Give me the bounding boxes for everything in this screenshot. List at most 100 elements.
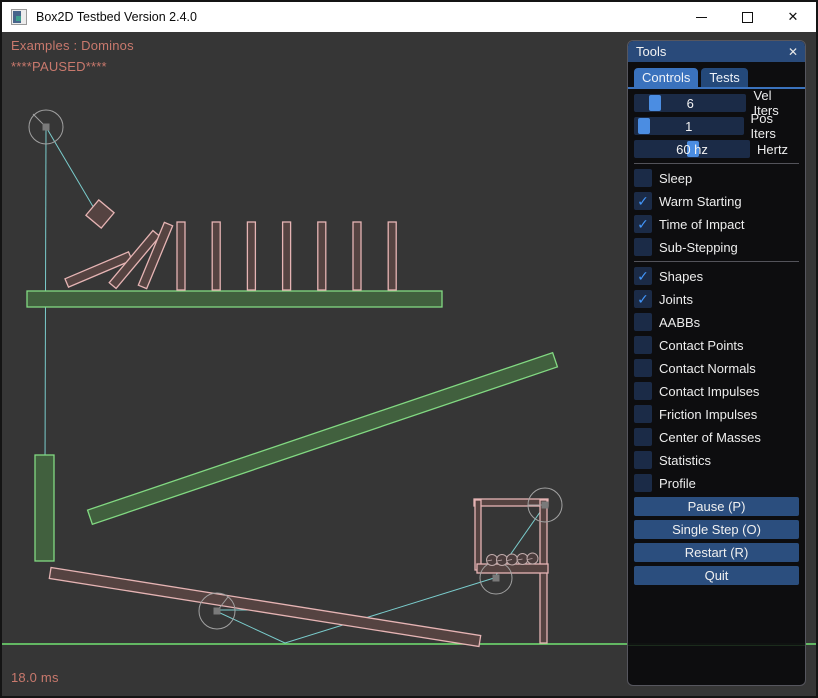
simulation-canvas[interactable]: Examples : Dominos ****PAUSED**** 18.0 m…: [2, 32, 816, 696]
check-mark-icon: ✓: [637, 217, 649, 231]
slider-label: Pos Iters: [751, 111, 799, 141]
checkbox-warm-starting[interactable]: ✓ Warm Starting: [634, 192, 799, 210]
checkbox-label: AABBs: [659, 315, 700, 330]
checkbox-box[interactable]: [634, 169, 652, 187]
check-mark-icon: ✓: [637, 194, 649, 208]
tools-panel-close-button[interactable]: ✕: [785, 44, 801, 60]
joint-anchor-square: [493, 575, 500, 582]
joint-anchor-square: [43, 124, 50, 131]
checkbox-time-of-impact[interactable]: ✓ Time of Impact: [634, 215, 799, 233]
slider-value: 60 hz: [634, 140, 750, 158]
minimize-button[interactable]: [678, 2, 724, 32]
checkbox-label: Time of Impact: [659, 217, 744, 232]
standing-domino-body: [388, 222, 396, 290]
standing-domino-body: [318, 222, 326, 290]
joint-anchor-square: [542, 502, 549, 509]
vertical-post-body: [35, 455, 54, 561]
maximize-icon: [742, 12, 753, 23]
checkbox-box[interactable]: [634, 405, 652, 423]
standing-domino-body: [247, 222, 255, 290]
standing-domino-body: [283, 222, 291, 290]
frame-time-label: 18.0 ms: [11, 670, 59, 685]
close-icon: ✕: [788, 9, 799, 25]
checkbox-label: Shapes: [659, 269, 703, 284]
separator: [634, 261, 799, 262]
window-title: Box2D Testbed Version 2.4.0: [36, 10, 197, 24]
slider-track[interactable]: 1: [634, 117, 744, 135]
checkbox-box[interactable]: [634, 474, 652, 492]
checkbox-aabbs[interactable]: AABBs: [634, 313, 799, 331]
checkbox-label: Contact Points: [659, 338, 744, 353]
checkbox-sleep[interactable]: Sleep: [634, 169, 799, 187]
checkbox-label: Center of Masses: [659, 430, 761, 445]
checkbox-label: Warm Starting: [659, 194, 742, 209]
checkbox-box[interactable]: [634, 451, 652, 469]
joint-anchor-square: [214, 608, 221, 615]
tab-tests[interactable]: Tests: [701, 68, 747, 87]
titlebar[interactable]: Box2D Testbed Version 2.4.0 ✕: [2, 2, 816, 32]
separator: [634, 163, 799, 164]
example-label: Examples : Dominos: [11, 38, 134, 53]
tools-panel-title: Tools: [636, 44, 666, 59]
standing-domino-body: [177, 222, 185, 290]
checkbox-sub-stepping[interactable]: Sub-Stepping: [634, 238, 799, 256]
ground-line-through-panel: [628, 645, 805, 646]
checkbox-center-of-masses[interactable]: Center of Masses: [634, 428, 799, 446]
checkbox-box[interactable]: ✓: [634, 290, 652, 308]
pendulum-box-body: [86, 200, 114, 228]
checkbox-joints[interactable]: ✓ Joints: [634, 290, 799, 308]
slider-label: Hertz: [757, 142, 788, 157]
slider-track[interactable]: 60 hz: [634, 140, 750, 158]
button-pause-p[interactable]: Pause (P): [634, 497, 799, 516]
tools-panel-titlebar[interactable]: Tools: [628, 41, 805, 62]
checkbox-box[interactable]: ✓: [634, 215, 652, 233]
slider-track[interactable]: 6: [634, 94, 746, 112]
checkbox-box[interactable]: [634, 359, 652, 377]
checkbox-box[interactable]: ✓: [634, 192, 652, 210]
checkbox-friction-impulses[interactable]: Friction Impulses: [634, 405, 799, 423]
button-single-step-o[interactable]: Single Step (O): [634, 520, 799, 539]
tab-controls[interactable]: Controls: [634, 68, 698, 87]
checkbox-label: Sub-Stepping: [659, 240, 738, 255]
checkbox-contact-impulses[interactable]: Contact Impulses: [634, 382, 799, 400]
checkbox-statistics[interactable]: Statistics: [634, 451, 799, 469]
checkbox-label: Joints: [659, 292, 693, 307]
checkbox-contact-points[interactable]: Contact Points: [634, 336, 799, 354]
close-button[interactable]: ✕: [770, 2, 816, 32]
paused-label: ****PAUSED****: [11, 59, 107, 74]
tabbar: ControlsTests: [628, 62, 805, 87]
checkbox-label: Sleep: [659, 171, 692, 186]
frame-left-post-body: [475, 500, 481, 570]
checkbox-label: Friction Impulses: [659, 407, 757, 422]
shelf-platform-body: [27, 291, 442, 307]
check-mark-icon: ✓: [637, 269, 649, 283]
tools-panel: Tools ✕ ControlsTests 6Vel Iters1Pos Ite…: [627, 40, 806, 686]
button-quit[interactable]: Quit: [634, 566, 799, 585]
seesaw-plank-body: [49, 568, 480, 647]
slider-pos-iters[interactable]: 1Pos Iters: [634, 117, 799, 135]
checkbox-box[interactable]: ✓: [634, 267, 652, 285]
joint-line: [46, 127, 98, 215]
checkbox-box[interactable]: [634, 382, 652, 400]
checkbox-profile[interactable]: Profile: [634, 474, 799, 492]
checkbox-label: Profile: [659, 476, 696, 491]
checkbox-box[interactable]: [634, 428, 652, 446]
slider-value: 6: [634, 94, 746, 112]
checkbox-label: Contact Impulses: [659, 384, 759, 399]
slider-vel-iters[interactable]: 6Vel Iters: [634, 94, 799, 112]
app-icon: [11, 9, 27, 25]
checkbox-box[interactable]: [634, 238, 652, 256]
standing-domino-body: [353, 222, 361, 290]
minimize-icon: [696, 17, 707, 18]
slider-hertz[interactable]: 60 hz Hertz: [634, 140, 799, 158]
standing-domino-body: [212, 222, 220, 290]
checkbox-box[interactable]: [634, 313, 652, 331]
checkbox-shapes[interactable]: ✓ Shapes: [634, 267, 799, 285]
panel-content: 6Vel Iters1Pos Iters60 hzHertzSleep✓Warm…: [628, 89, 805, 585]
joint-line: [218, 612, 285, 643]
button-restart-r[interactable]: Restart (R): [634, 543, 799, 562]
checkbox-label: Statistics: [659, 453, 711, 468]
maximize-button[interactable]: [724, 2, 770, 32]
checkbox-box[interactable]: [634, 336, 652, 354]
checkbox-contact-normals[interactable]: Contact Normals: [634, 359, 799, 377]
